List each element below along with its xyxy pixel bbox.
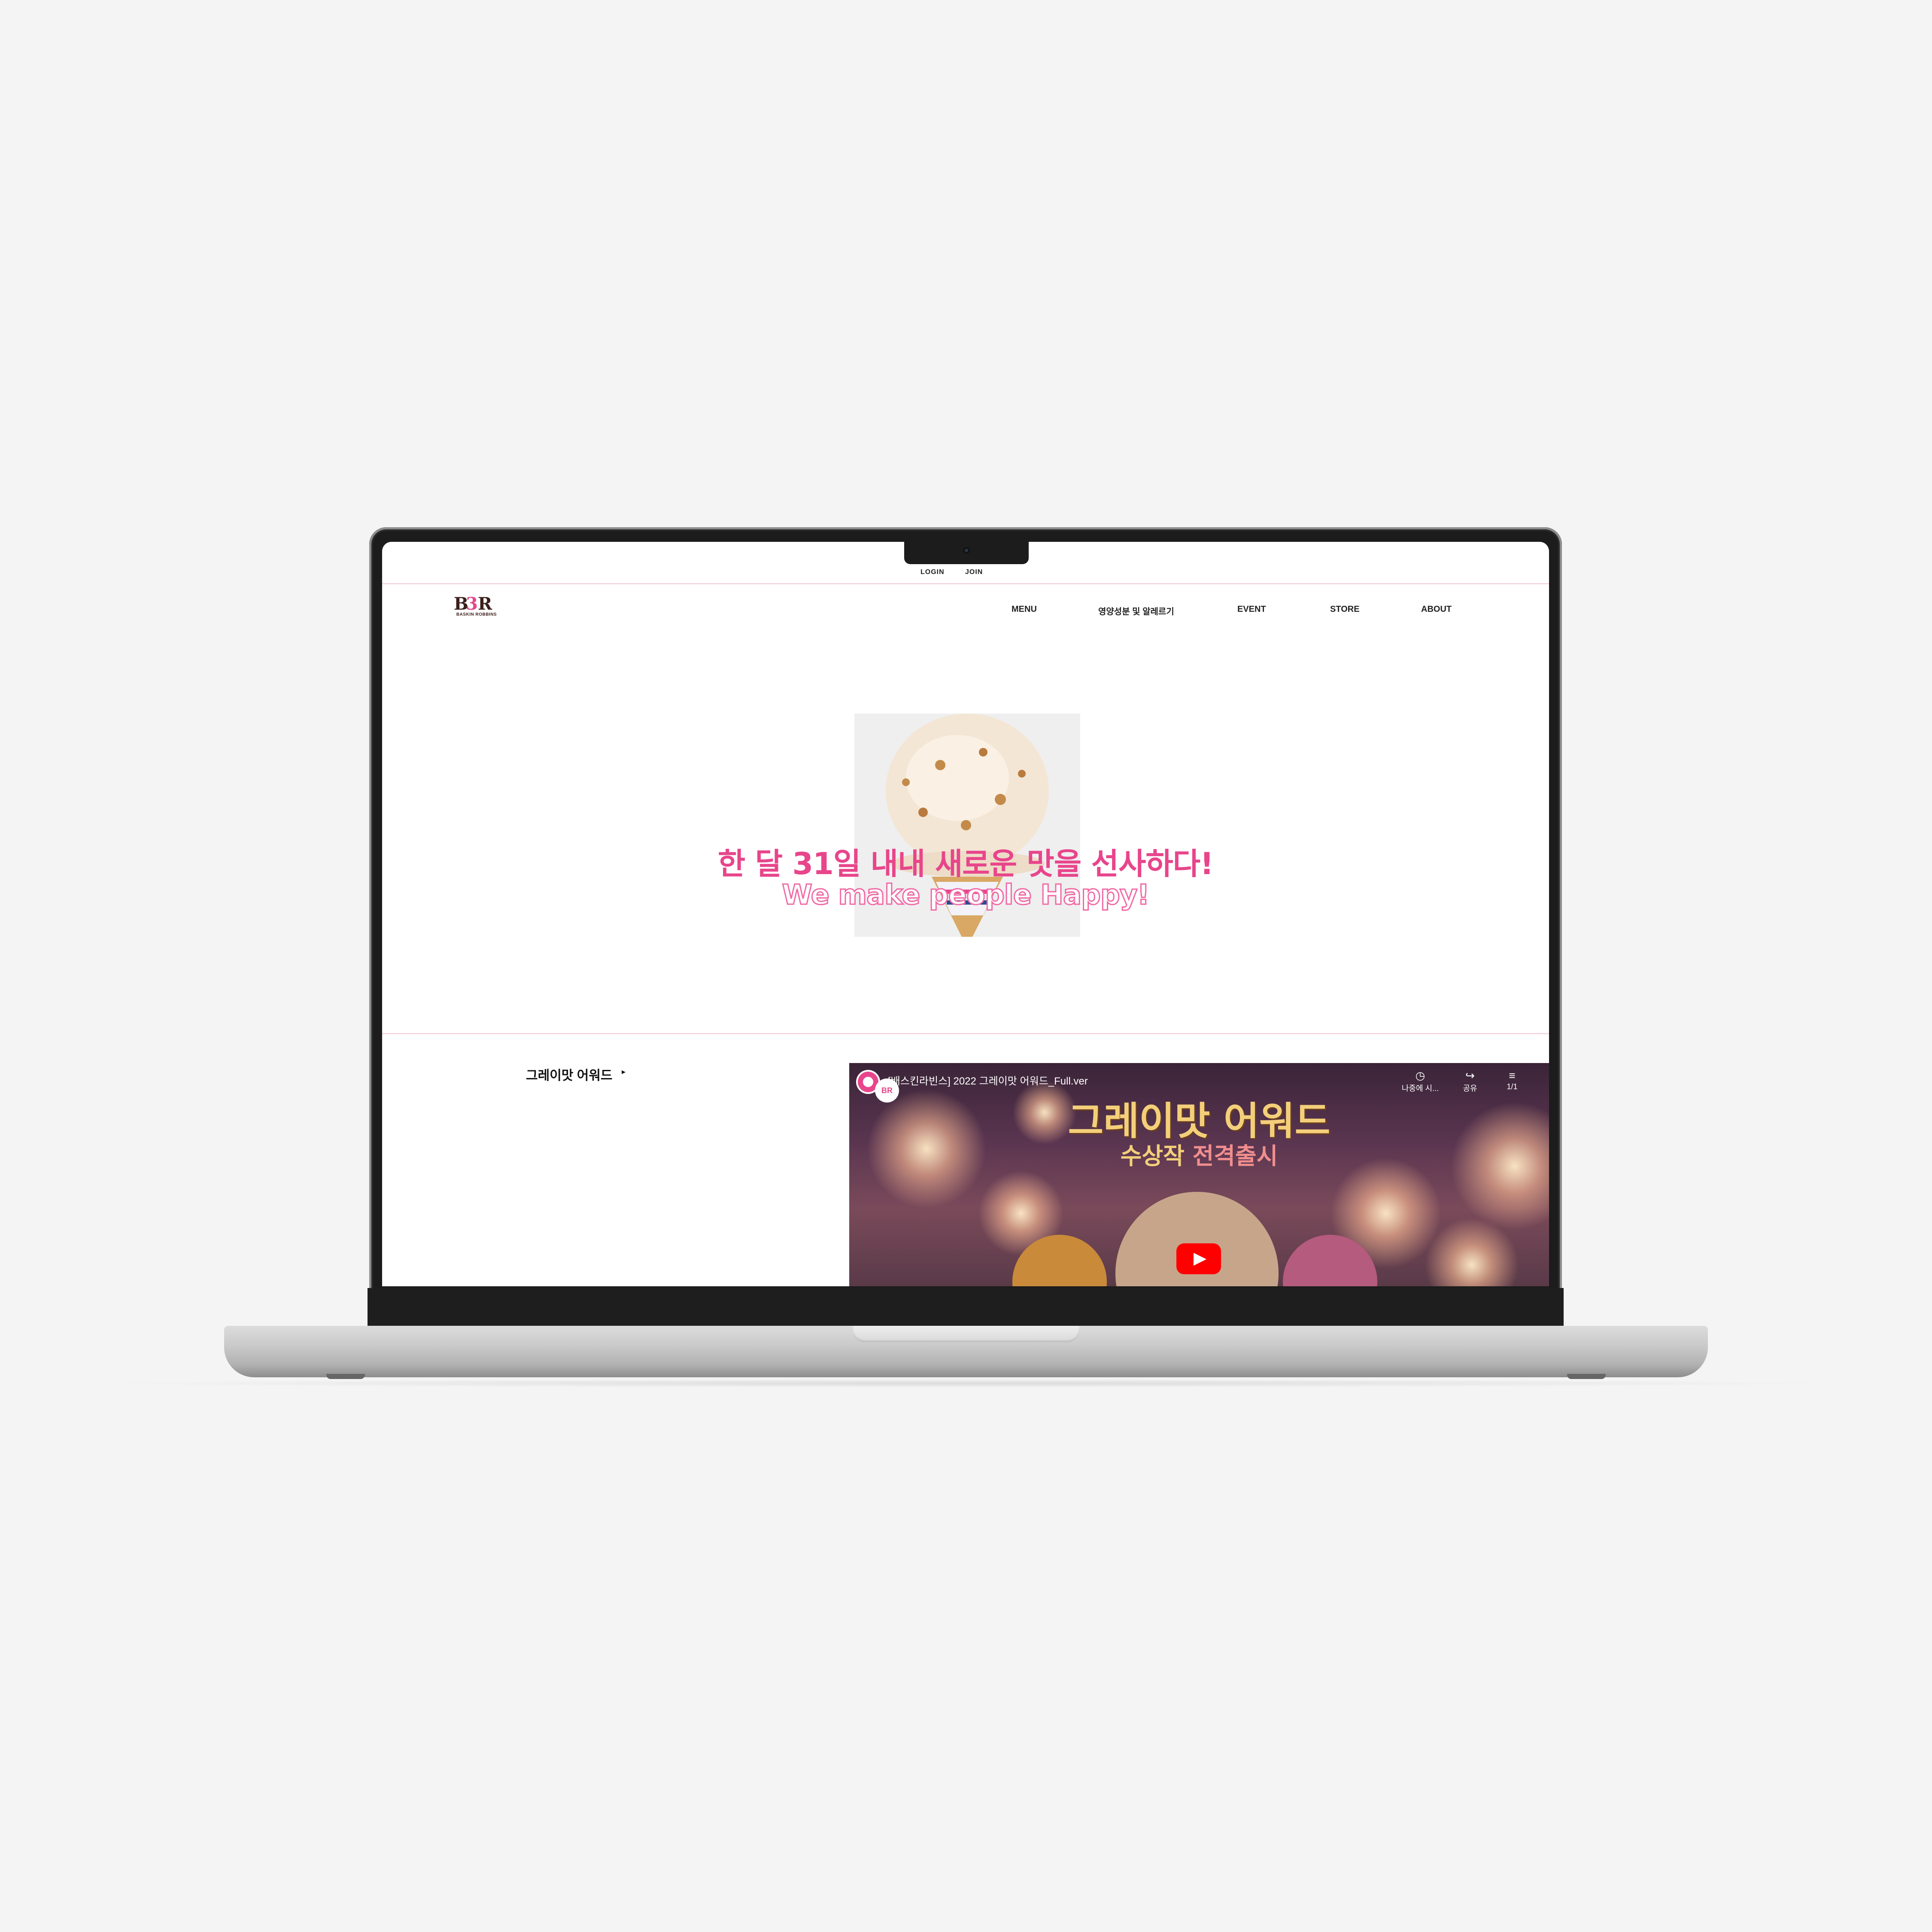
youtube-embed[interactable]: BR [배스킨라빈스] 2022 그레이맛 어워드_Full.ver ◷ 나중에… — [849, 1063, 1549, 1286]
logo-wordmark: BASKIN ROBBINS — [456, 612, 497, 617]
video-subline-a: 수상작 — [1120, 1142, 1185, 1170]
hero-subtitle: We make people Happy! — [781, 879, 1150, 912]
svg-text:R: R — [478, 594, 492, 611]
section-divider — [382, 1033, 1549, 1034]
nav-item-event[interactable]: EVENT — [1237, 605, 1266, 614]
main-nav: B 3 R BASKIN ROBBINS MENU 영양성분 및 알레르기 EV… — [382, 583, 1549, 617]
video-subline: 수상작 전격출시 — [849, 1137, 1549, 1171]
laptop-foot-left — [326, 1374, 365, 1379]
laptop-foot-right — [1567, 1374, 1606, 1379]
nav-item-menu[interactable]: MENU — [1012, 605, 1037, 614]
join-link[interactable]: JOIN — [965, 568, 983, 576]
section-title[interactable]: 그레이맛 어워드 — [526, 1065, 613, 1084]
desk-shadow — [86, 1379, 1846, 1388]
playlist-icon: ≡ — [1509, 1069, 1516, 1082]
nav-item-store[interactable]: STORE — [1330, 605, 1360, 614]
login-link[interactable]: LOGIN — [920, 568, 945, 576]
caret-right-icon[interactable]: ▸ — [622, 1067, 626, 1076]
svg-text:3: 3 — [466, 594, 478, 611]
br-logo-icon: B 3 R — [454, 594, 492, 611]
nav-item-about[interactable]: ABOUT — [1421, 605, 1452, 614]
laptop-bezel — [368, 1288, 1564, 1327]
play-icon[interactable] — [1176, 1243, 1221, 1274]
laptop-opening-notch — [852, 1326, 1080, 1342]
camera-icon — [963, 547, 970, 554]
clock-icon: ◷ — [1415, 1069, 1425, 1082]
hero-title: 한 달 31일 내내 새로운 맛을 선사하다! — [717, 846, 1214, 881]
playlist-button[interactable]: ≡ 1/1 — [1486, 1069, 1538, 1091]
browser-viewport: LOGIN JOIN B 3 R BASKIN ROBBINS MENU 영양성… — [382, 542, 1549, 1286]
baskin-robbins-logo[interactable]: B 3 R BASKIN ROBBINS — [453, 594, 500, 620]
video-title[interactable]: [배스킨라빈스] 2022 그레이맛 어워드_Full.ver — [888, 1072, 1088, 1088]
camera-notch — [904, 542, 1029, 564]
nav-item-nutrition[interactable]: 영양성분 및 알레르기 — [1098, 605, 1174, 617]
video-subline-b: 전격출시 — [1192, 1142, 1278, 1170]
